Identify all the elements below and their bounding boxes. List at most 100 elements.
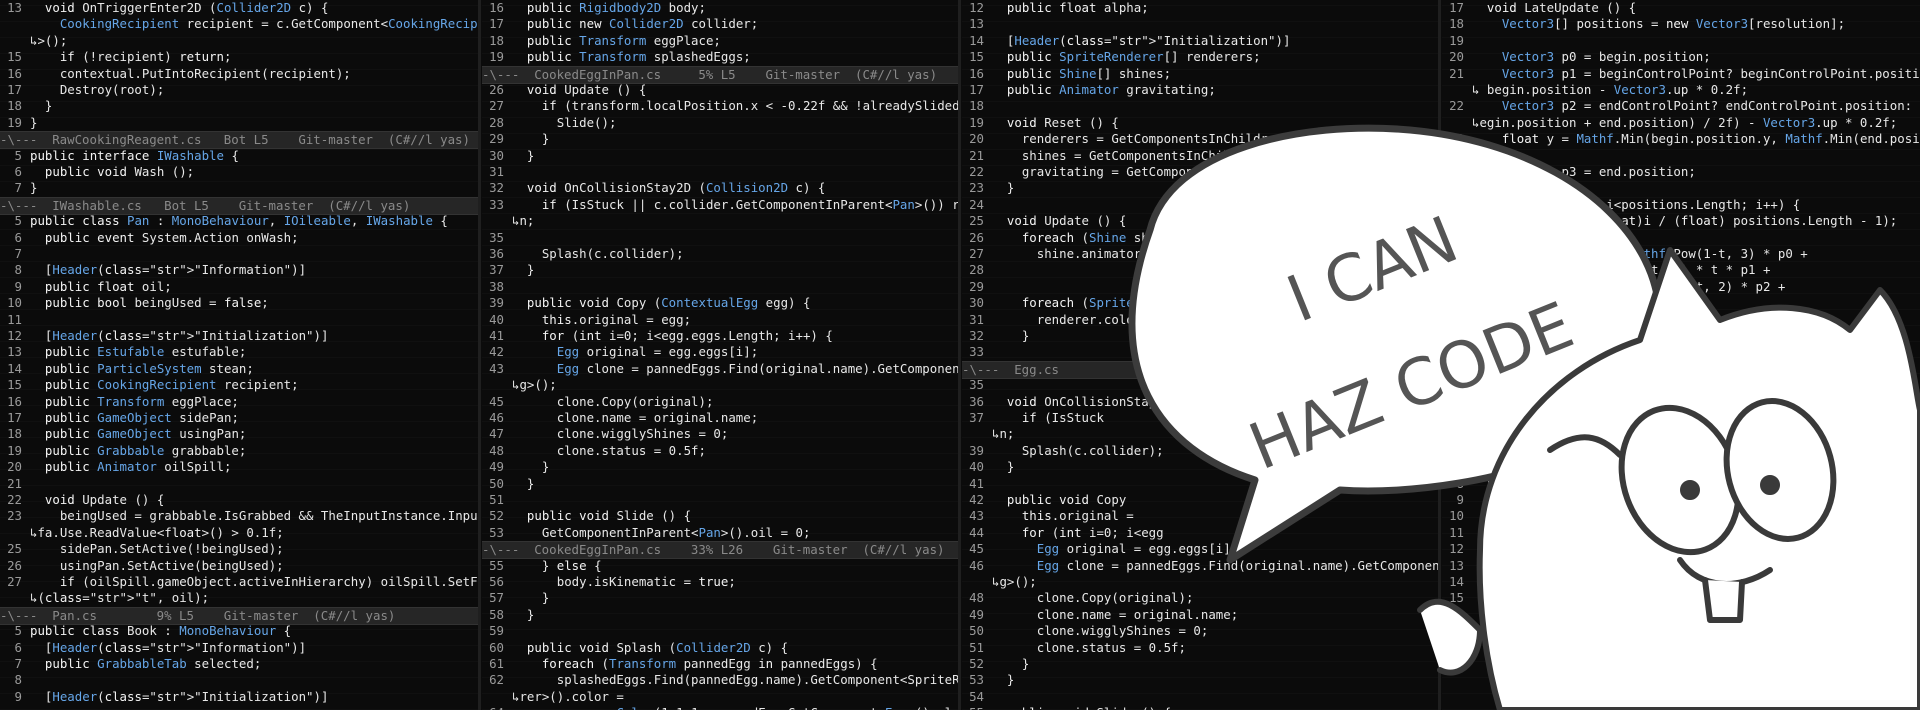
code-line[interactable]: 18 public Transform eggPlace; [482,33,958,49]
code-line[interactable]: 39 public void Copy (ContextualEgg egg) … [482,295,958,311]
code-line[interactable]: 28 Slide(); [482,115,958,131]
code-line[interactable]: 22 void Update () { [0,492,478,508]
code-line[interactable]: 23 beingUsed = grabbable.IsGrabbed && Th… [0,508,478,524]
code-line[interactable]: ↳n; [482,213,958,229]
code-line[interactable]: 36 Splash(c.collider); [482,246,958,262]
code-line[interactable]: 27 if (oilSpill.gameObject.activeInHiera… [0,574,478,590]
code-line[interactable]: 29 } [482,131,958,147]
code-line[interactable]: 6 public event System.Action onWash; [0,230,478,246]
code-line[interactable]: 50 } [482,476,958,492]
code-line[interactable]: 59 [482,623,958,639]
code-line[interactable]: 26 usingPan.SetActive(beingUsed); [0,558,478,574]
code-line[interactable]: 48 clone.status = 0.5f; [482,443,958,459]
code-line[interactable]: 58 } [482,607,958,623]
code-line[interactable]: 6 [Header(class="str">"Information")] [0,640,478,656]
code-line[interactable]: 37 } [482,262,958,278]
code-line[interactable]: 32 void OnCollisionStay2D (Collision2D c… [482,180,958,196]
code-line[interactable]: 42 Egg original = egg.eggs[i]; [482,344,958,360]
code-line[interactable]: 17 void LateUpdate () { [1442,0,1920,16]
code-line[interactable]: 62 splashedEggs.Find(pannedEgg.name).Get… [482,672,958,688]
code-line[interactable]: 7 public GrabbableTab selected; [0,656,478,672]
code-text: for (int i=0; i<egg.eggs.Length; i++) { [541,328,833,343]
code-line[interactable]: 12 public float alpha; [962,0,1438,16]
code-line[interactable]: ↳rer>().color = [482,689,958,705]
code-line[interactable]: 49 } [482,459,958,475]
code-line[interactable]: 14 public ParticleSystem stean; [0,361,478,377]
code-line[interactable]: 5 public class Book : MonoBehaviour { [0,623,478,639]
code-line[interactable]: 17 public GameObject sidePan; [0,410,478,426]
code-line[interactable]: 11 [0,312,478,328]
code-line[interactable]: 33 if (IsStuck || c.collider.GetComponen… [482,197,958,213]
code-line[interactable]: 13 void OnTriggerEnter2D (Collider2D c) … [0,0,478,16]
code-line[interactable]: 13 [962,16,1438,32]
code-text: } [512,590,550,606]
code-line[interactable]: 26 void Update () { [482,82,958,98]
code-line[interactable]: 7} [0,180,478,196]
code-line[interactable]: 55 } else { [482,558,958,574]
code-line[interactable]: 17 public new Collider2D collider; [482,16,958,32]
code-line[interactable]: 13 public Estufable estufable; [0,344,478,360]
code-line[interactable]: 14 [Header(class="str">"Initialization")… [962,33,1438,49]
code-line[interactable]: 19 public Grabbable grabbable; [0,443,478,459]
code-line[interactable]: 40 this.original = egg; [482,312,958,328]
editor-pane-2[interactable]: 16 public Rigidbody2D body; 17 public new… [482,0,958,710]
code-line[interactable]: ↳g>(); [482,377,958,393]
code-line[interactable]: 15 public SpriteRenderer[] renderers; [962,49,1438,65]
code-line[interactable]: 57 } [482,590,958,606]
code-line[interactable]: 8 [0,672,478,688]
code-line[interactable]: 18 Vector3[] positions = new Vector3[res… [1442,16,1920,32]
code-line[interactable]: ↳>(); [0,33,478,49]
code-line[interactable]: 5 public interface IWashable { [0,148,478,164]
code-line[interactable]: 30 } [482,148,958,164]
code-line[interactable]: 46 clone.name = original.name; [482,410,958,426]
code-line[interactable]: 16 public Transform eggPlace; [0,394,478,410]
line-number: 51 [969,639,984,655]
code-line[interactable]: 18 public GameObject usingPan; [0,426,478,442]
code-line[interactable]: ↳(class="str">"t", oil); [0,590,478,606]
code-line[interactable]: 19 public Transform splashedEggs; [482,49,958,65]
code-line[interactable]: 31 [482,164,958,180]
editor-pane-1[interactable]: 13 void OnTriggerEnter2D (Collider2D c) … [0,0,478,710]
code-line[interactable]: 12 [Header(class="str">"Initialization")… [0,328,478,344]
code-line[interactable]: 41 for (int i=0; i<egg.eggs.Length; i++)… [482,328,958,344]
code-line[interactable]: 7 [0,246,478,262]
code-line[interactable]: 19 [1442,33,1920,49]
code-line[interactable]: 43 Egg clone = pannedEggs.Find(original.… [482,361,958,377]
window-divider[interactable] [958,0,961,710]
code-line[interactable]: 18 } [0,98,478,114]
code-line[interactable]: 56 body.isKinematic = true; [482,574,958,590]
code-line[interactable]: 27 if (transform.localPosition.x < -0.22… [482,98,958,114]
code-line[interactable]: 64 new Color(1,1,1, pannedEgg.GetCompone… [482,705,958,710]
code-line[interactable]: 19} [0,115,478,131]
code-line[interactable]: 25 sidePan.SetActive(!beingUsed); [0,541,478,557]
window-divider[interactable] [478,0,481,710]
code-line[interactable]: 60 public void Splash (Collider2D c) { [482,640,958,656]
code-line[interactable]: 53 GetComponentInParent<Pan>().oil = 0; [482,525,958,541]
code-line[interactable]: 38 [482,279,958,295]
code-line[interactable]: 8 [Header(class="str">"Information")] [0,262,478,278]
code-line[interactable]: 61 foreach (Transform pannedEgg in panne… [482,656,958,672]
code-line[interactable]: 16 public Rigidbody2D body; [482,0,958,16]
code-line[interactable]: 52 public void Slide () { [482,508,958,524]
code-line[interactable]: ↳fa.Use.ReadValue<float>() > 0.1f; [0,525,478,541]
code-line[interactable]: 51 [482,492,958,508]
code-line[interactable]: 5 public class Pan : MonoBehaviour, IOile… [0,213,478,229]
code-line[interactable]: 45 clone.Copy(original); [482,394,958,410]
code-line[interactable]: CookingRecipient recipient = c.GetCompon… [0,16,478,32]
code-line[interactable]: 16 public Shine[] shines; [962,66,1438,82]
code-text: ↳g>(); [992,574,1037,589]
code-line[interactable]: 9 public float oil; [0,279,478,295]
code-line[interactable]: 15 public CookingRecipient recipient; [0,377,478,393]
code-line[interactable]: 21 [0,476,478,492]
code-line[interactable]: 6 public void Wash (); [0,164,478,180]
code-line[interactable]: 15 if (!recipient) return; [0,49,478,65]
code-line[interactable]: 47 clone.wigglyShines = 0; [482,426,958,442]
code-line[interactable]: 17 Destroy(root); [0,82,478,98]
code-line[interactable]: 20 public Animator oilSpill; [0,459,478,475]
code-line[interactable]: 10 public bool beingUsed = false; [0,295,478,311]
code-line[interactable]: 20 Vector3 p0 = begin.position; [1442,49,1920,65]
code-line[interactable]: 16 contextual.PutIntoRecipient(recipient… [0,66,478,82]
code-line[interactable]: 21 Vector3 p1 = beginControlPoint? begin… [1442,66,1920,82]
code-line[interactable]: 35 [482,230,958,246]
code-line[interactable]: 9 [Header(class="str">"Initialization")] [0,689,478,705]
